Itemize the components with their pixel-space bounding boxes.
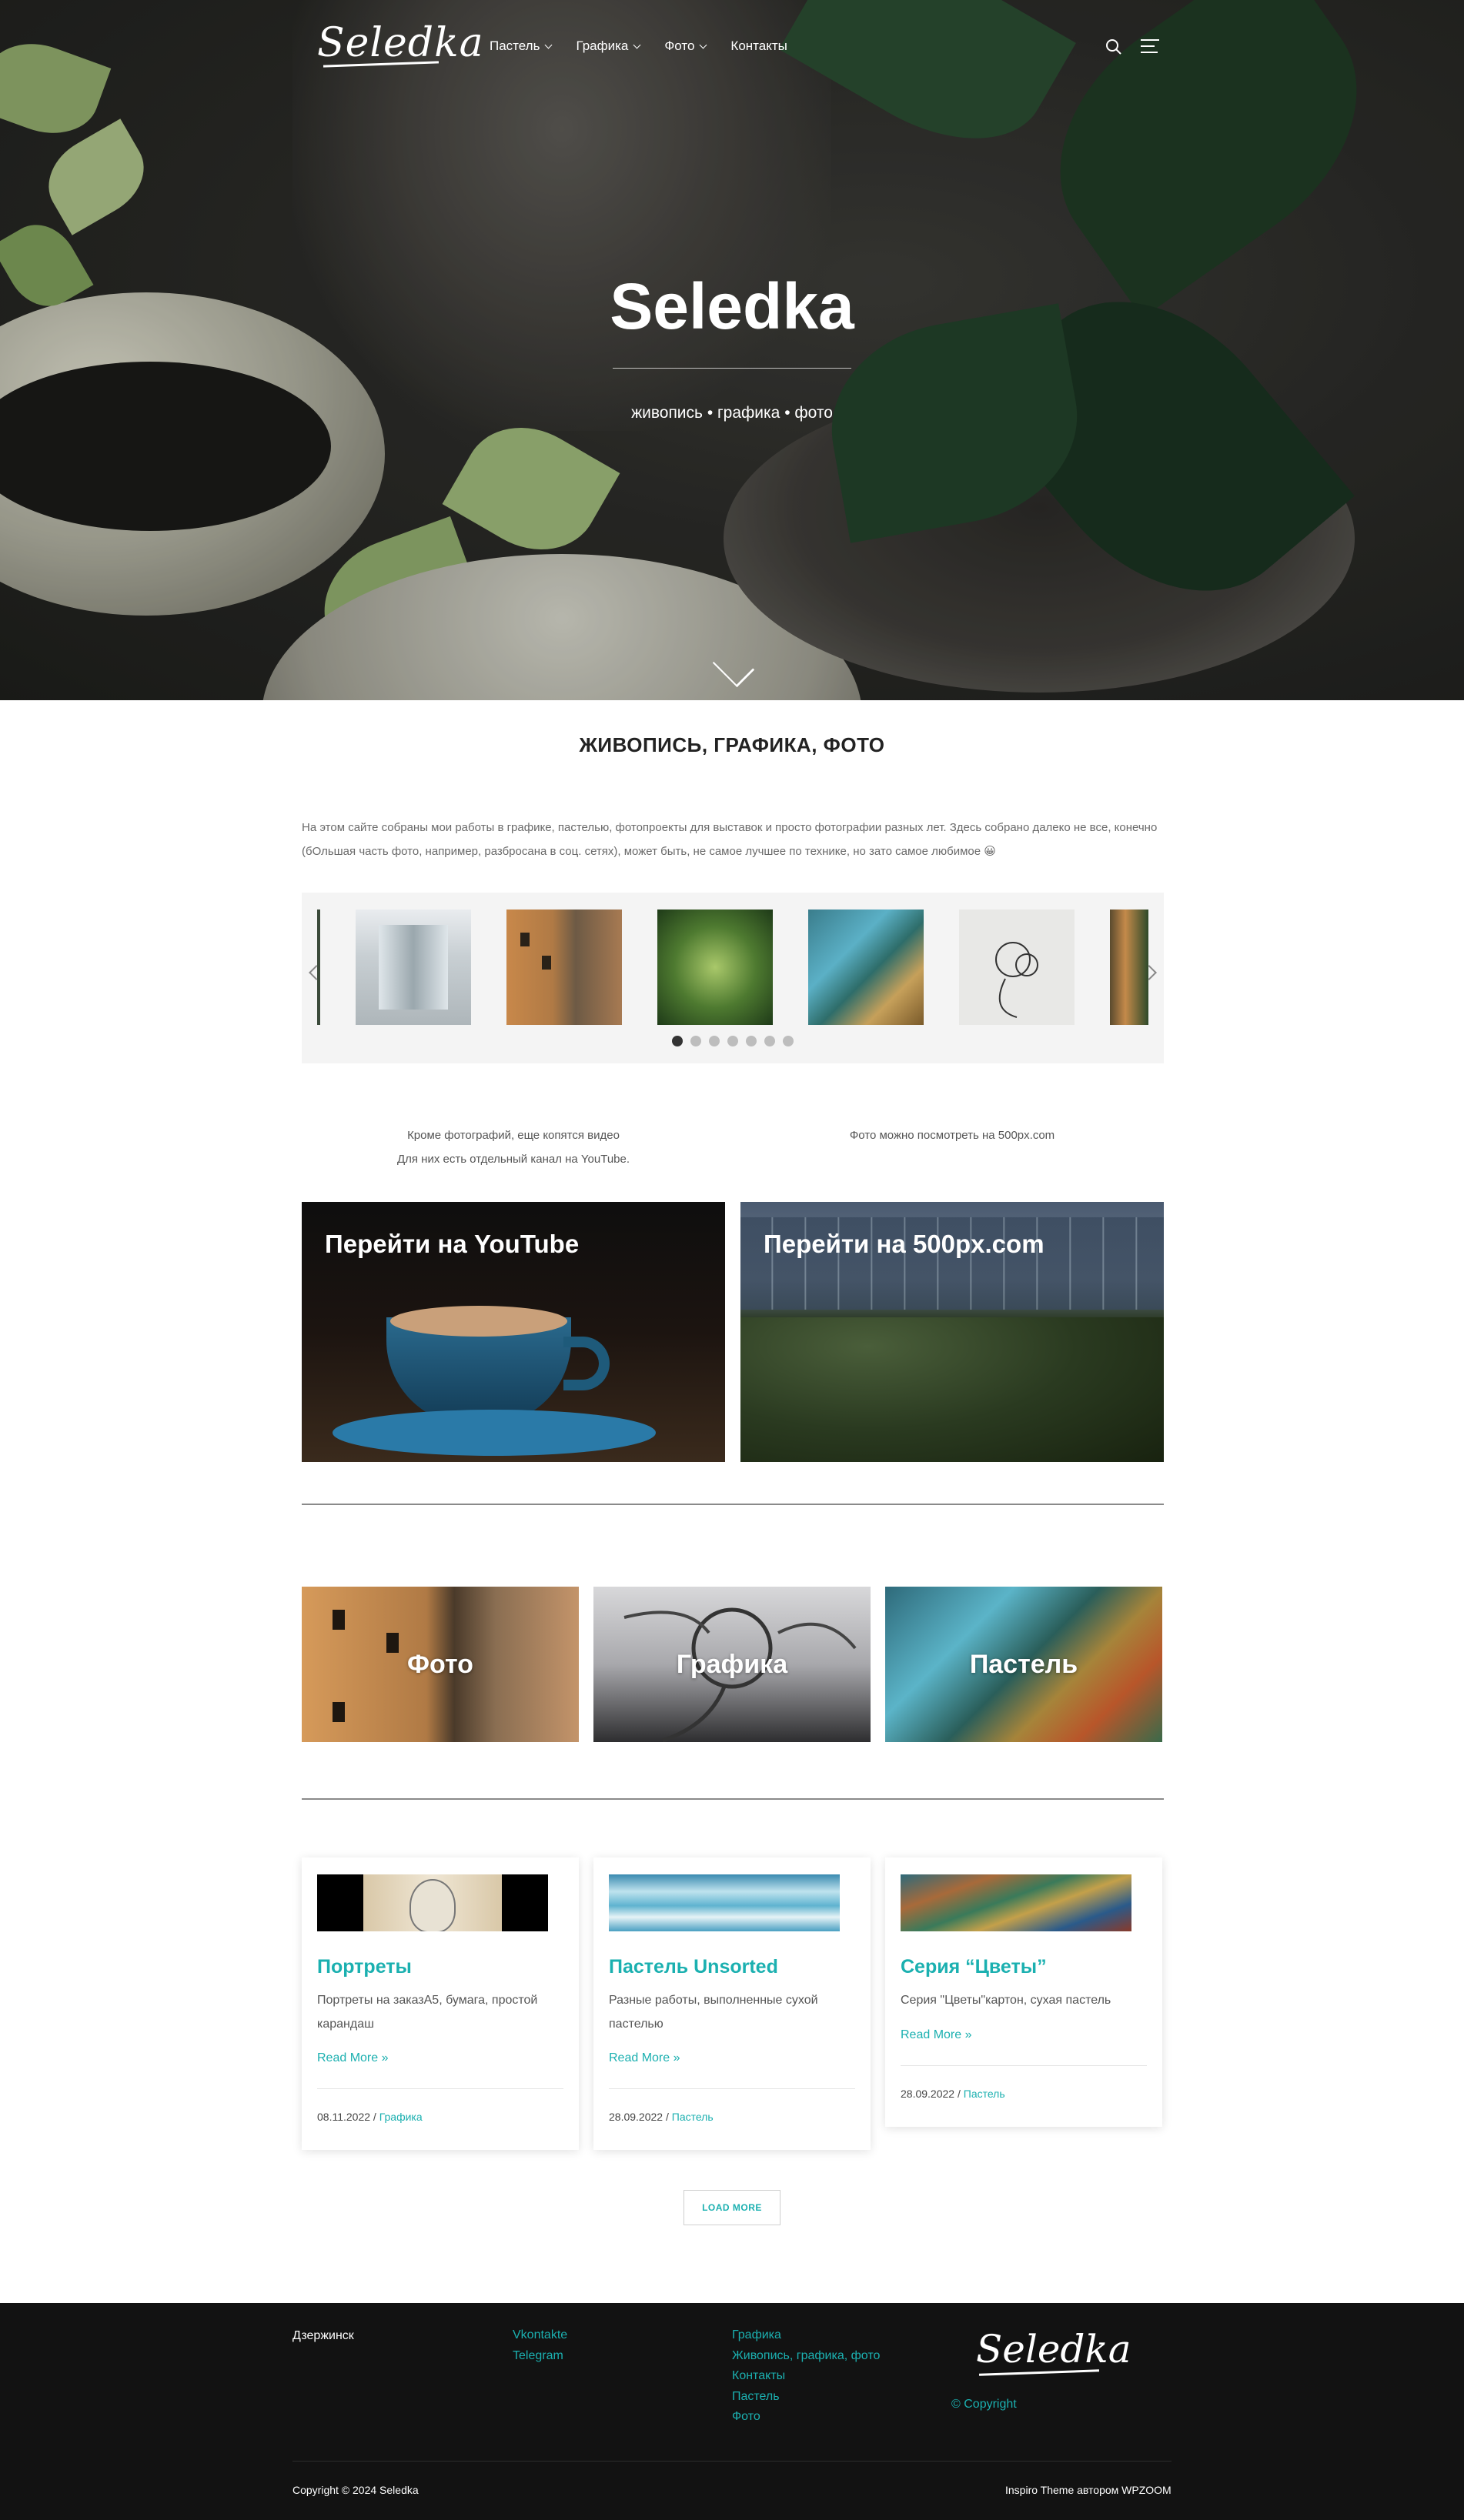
nav-item-label: Графика: [576, 38, 629, 53]
post-title[interactable]: Портреты: [317, 1956, 412, 1978]
footer-menu: Графика Живопись, графика, фото Контакты…: [732, 2325, 880, 2428]
read-more-link[interactable]: Read More »: [609, 2051, 680, 2065]
post-thumbnail[interactable]: [609, 1874, 840, 1931]
youtube-cta-label: Перейти на YouTube: [325, 1230, 580, 1258]
post-thumbnail[interactable]: [317, 1874, 548, 1931]
category-label: Пастель: [969, 1650, 1078, 1679]
chevron-left-icon[interactable]: [309, 965, 324, 980]
hero-divider: [613, 368, 851, 369]
post-card: Пастель Unsorted Разные работы, выполнен…: [593, 1857, 871, 2150]
nav-item-label: Контакты: [730, 38, 787, 53]
youtube-cta[interactable]: Перейти на YouTube: [302, 1202, 725, 1462]
post-card: Портреты Портреты на заказA5, бумага, пр…: [302, 1857, 579, 2150]
intro-title: ЖИВОПИСЬ, ГРАФИКА, ФОТО: [579, 733, 885, 756]
post-excerpt: Портреты на заказA5, бумага, простой кар…: [317, 1994, 538, 2031]
card-divider: [609, 2088, 855, 2089]
post-title[interactable]: Серия “Цветы”: [901, 1956, 1047, 1978]
chevron-down-icon: [544, 41, 553, 48]
footer-link[interactable]: Пастель: [732, 2387, 880, 2408]
category-label: Фото: [407, 1650, 473, 1679]
nav-item-label: Фото: [664, 38, 695, 53]
post-thumbnail[interactable]: [901, 1874, 1131, 1931]
nav-item-label: Пастель: [490, 38, 540, 53]
nav-item-graphics[interactable]: Графика: [576, 38, 641, 54]
carousel-dot[interactable]: [690, 1036, 701, 1046]
carousel-slide[interactable]: [356, 910, 471, 1025]
footer-copyright: Copyright © 2024 Seledka: [292, 2484, 419, 2496]
footer-link-telegram[interactable]: Telegram: [513, 2346, 567, 2367]
search-icon[interactable]: [1105, 38, 1122, 55]
500px-cta[interactable]: Перейти на 500px.com: [740, 1202, 1164, 1462]
carousel-slide[interactable]: [808, 910, 924, 1025]
post-category-link[interactable]: Графика: [379, 2111, 423, 2123]
hero-subtitle: живопись • графика • фото: [631, 404, 833, 422]
youtube-note-line2: Для них есть отдельный канал на YouTube.: [396, 1153, 630, 1166]
nav-item-pastel[interactable]: Пастель: [490, 38, 553, 54]
carousel-dot[interactable]: [709, 1036, 720, 1046]
intro-text: На этом сайте собраны мои работы в графи…: [302, 821, 1158, 858]
carousel-dot[interactable]: [746, 1036, 757, 1046]
hero-section: Seledka Пастель Графика Фото Контакты Se…: [0, 0, 1464, 700]
carousel-dot[interactable]: [672, 1036, 683, 1046]
nav-item-photo[interactable]: Фото: [664, 38, 707, 54]
carousel-dot[interactable]: [764, 1036, 775, 1046]
load-more-button[interactable]: LOAD MORE: [684, 2190, 780, 2225]
footer-divider: [292, 2461, 1172, 2462]
500px-note: Фото можно посмотреть на 500px.com: [740, 1123, 1164, 1147]
main-nav: Пастель Графика Фото Контакты: [490, 38, 787, 54]
carousel-slide[interactable]: [657, 910, 773, 1025]
section-divider: [302, 1798, 1164, 1800]
image-carousel[interactable]: [302, 893, 1164, 1063]
carousel-dot[interactable]: [783, 1036, 794, 1046]
category-graphics[interactable]: Графика: [593, 1587, 871, 1742]
post-date: 28.09.2022 /: [609, 2111, 672, 2123]
section-divider: [302, 1504, 1164, 1505]
footer-copyright-link[interactable]: © Copyright: [951, 2395, 1017, 2415]
footer-link[interactable]: Живопись, графика, фото: [732, 2346, 880, 2367]
hamburger-icon[interactable]: [1141, 39, 1159, 55]
carousel-slide[interactable]: [959, 910, 1075, 1025]
footer-link[interactable]: Фото: [732, 2407, 880, 2428]
footer-link[interactable]: Графика: [732, 2325, 880, 2346]
post-meta: 08.11.2022 / Графика: [317, 2111, 423, 2123]
carousel-slide[interactable]: [1110, 910, 1148, 1025]
carousel-dot[interactable]: [727, 1036, 738, 1046]
post-date: 08.11.2022 /: [317, 2111, 379, 2123]
post-category-link[interactable]: Пастель: [964, 2088, 1005, 2100]
card-divider: [901, 2065, 1147, 2066]
carousel-dots: [302, 1036, 1164, 1046]
footer-link-vkontakte[interactable]: Vkontakte: [513, 2325, 567, 2346]
post-category-link[interactable]: Пастель: [672, 2111, 714, 2123]
footer-credit[interactable]: Inspiro Theme автором WPZOOM: [1005, 2484, 1172, 2496]
post-meta: 28.09.2022 / Пастель: [901, 2088, 1005, 2100]
nav-item-contacts[interactable]: Контакты: [730, 38, 787, 54]
500px-note-line1: Фото можно посмотреть на 500px.com: [849, 1129, 1055, 1142]
post-excerpt: Разные работы, выполненные сухой пастель…: [609, 1994, 818, 2031]
card-divider: [317, 2088, 563, 2089]
post-meta: 28.09.2022 / Пастель: [609, 2111, 714, 2123]
footer-link[interactable]: Контакты: [732, 2366, 880, 2387]
category-pastel[interactable]: Пастель: [885, 1587, 1162, 1742]
footer-city: Дзержинск: [292, 2329, 354, 2342]
post-card: Серия “Цветы” Серия "Цветы"картон, сухая…: [885, 1857, 1162, 2127]
500px-cta-label: Перейти на 500px.com: [764, 1230, 1045, 1258]
footer-logo[interactable]: Seledka: [976, 2327, 1131, 2371]
footer-social: Vkontakte Telegram: [513, 2325, 567, 2366]
site-logo[interactable]: Seledka: [317, 20, 484, 66]
youtube-note-line1: Кроме фотографий, еще копятся видео: [407, 1129, 620, 1142]
post-excerpt: Серия "Цветы"картон, сухая пастель: [901, 1994, 1111, 2007]
youtube-note: Кроме фотографий, еще копятся видео Для …: [302, 1123, 725, 1171]
hero-overlay: [0, 0, 1464, 700]
read-more-link[interactable]: Read More »: [901, 2028, 972, 2042]
read-more-link[interactable]: Read More »: [317, 2051, 389, 2065]
hero-title: Seledka: [610, 270, 854, 342]
chevron-down-icon: [633, 41, 641, 48]
post-title[interactable]: Пастель Unsorted: [609, 1956, 778, 1978]
post-date: 28.09.2022 /: [901, 2088, 964, 2100]
chevron-down-icon: [699, 41, 707, 48]
carousel-slide[interactable]: [506, 910, 622, 1025]
category-label: Графика: [676, 1650, 788, 1679]
category-photo[interactable]: Фото: [302, 1587, 579, 1742]
